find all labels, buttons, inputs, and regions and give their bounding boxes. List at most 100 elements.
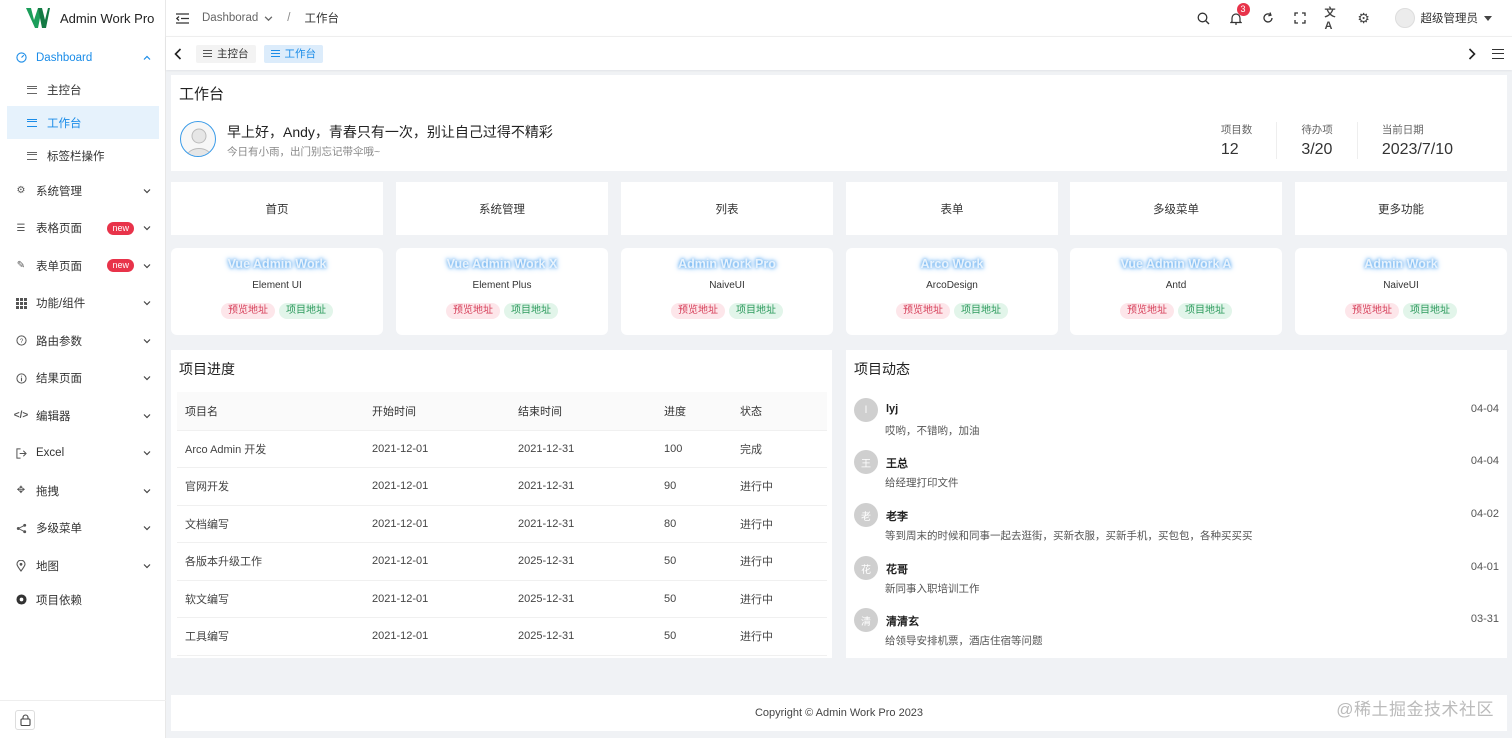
project-feed-card: 项目动态 l lyj 04-04 哎哟，不错哟，加油 王 王总 04-04 给经… (846, 350, 1507, 658)
sidebar-item-result[interactable]: 结果页面 (0, 360, 165, 398)
quick-link-home[interactable]: 首页 (171, 182, 383, 235)
sidebar-item-components[interactable]: 功能/组件 (0, 285, 165, 323)
feed-date: 04-02 (1470, 508, 1499, 520)
table-cell: 2021-12-01 (364, 617, 510, 656)
preview-link[interactable]: 预览地址 (1345, 303, 1399, 319)
chevron-right-icon[interactable] (1468, 48, 1476, 60)
stat-current-date: 当前日期 2023/7/10 (1356, 122, 1477, 159)
repo-link[interactable]: 项目地址 (279, 303, 333, 319)
gear-icon[interactable]: ⚙ (1357, 10, 1371, 26)
sidebar-item-excel[interactable]: Excel (0, 435, 165, 473)
sidebar-item-project-deps[interactable]: 项目依赖 (0, 585, 165, 615)
preview-link[interactable]: 预览地址 (221, 303, 275, 319)
chevron-left-icon[interactable] (174, 47, 182, 60)
sidebar-subitem-console[interactable]: 主控台 (0, 73, 165, 106)
caret-down-icon[interactable] (1484, 15, 1492, 21)
sidebar-item-table[interactable]: ☰ 表格页面 new (0, 210, 165, 248)
sidebar-item-system[interactable]: ⚙ 系统管理 (0, 172, 165, 210)
sidebar-item-route-params[interactable]: ? 路由参数 (0, 322, 165, 360)
stats-group: 项目数 12 待办项 3/20 当前日期 2023/7/10 (1197, 122, 1477, 159)
app-title: Admin Work Pro (60, 10, 155, 26)
sidebar-item-editor[interactable]: </> 编辑器 (0, 397, 165, 435)
sidebar-item-drag[interactable]: ✥ 拖拽 (0, 472, 165, 510)
collapse-menu-icon[interactable] (176, 12, 189, 24)
app-logo[interactable]: Admin Work Pro (0, 0, 165, 36)
sidebar-item-label: 路由参数 (36, 335, 82, 348)
breadcrumb-current: 工作台 (304, 13, 339, 25)
repo-link[interactable]: 项目地址 (1178, 303, 1232, 319)
stat-label: 待办项 (1301, 124, 1333, 136)
lock-screen-button[interactable] (15, 709, 35, 730)
greeting-text: 早上好，Andy，青春只有一次，别让自己过得不精彩 (227, 124, 553, 140)
table-cell: 80 (656, 505, 732, 543)
repo-link[interactable]: 项目地址 (954, 303, 1008, 319)
welcome-card: 工作台 早上好，Andy，青春只有一次，别让自己过得不精彩 今日有小雨，出门别忘… (171, 75, 1507, 171)
search-icon[interactable] (1197, 11, 1211, 25)
tab-console[interactable]: 主控台 (196, 44, 256, 63)
quick-link-multilevel[interactable]: 多级菜单 (1070, 182, 1282, 235)
user-name[interactable]: 超级管理员 (1421, 10, 1479, 26)
feed-date: 04-01 (1470, 561, 1499, 573)
bell-icon[interactable]: 3 (1229, 3, 1250, 25)
quick-link-system[interactable]: 系统管理 (396, 182, 608, 235)
table-cell: 2021-12-31 (510, 505, 656, 543)
sidebar-item-label: 表格页面 (36, 223, 82, 236)
quick-link-more[interactable]: 更多功能 (1295, 182, 1507, 235)
preview-link[interactable]: 预览地址 (446, 303, 500, 319)
new-badge: new (107, 259, 134, 273)
sidebar-item-form[interactable]: ✎ 表单页面 new (0, 247, 165, 285)
repo-link[interactable]: 项目地址 (729, 303, 783, 319)
chevron-down-icon (143, 451, 151, 456)
sidebar-subitem-tab-ops[interactable]: 标签栏操作 (0, 139, 165, 172)
sidebar-item-dashboard[interactable]: Dashboard (0, 42, 165, 73)
repo-link[interactable]: 项目地址 (504, 303, 558, 319)
list-item: l lyj 04-04 哎哟，不错哟，加油 (854, 398, 1499, 448)
table-cell: 50 (656, 542, 732, 581)
project-title: Admin Work Pro (678, 257, 776, 271)
quick-link-form[interactable]: 表单 (846, 182, 1058, 235)
refresh-icon[interactable] (1261, 11, 1275, 25)
table-cell: 2021-12-01 (364, 505, 510, 543)
sidebar-item-label: 多级菜单 (36, 523, 82, 536)
progress-table: 项目名 开始时间 结束时间 进度 状态 Arco Admin 开发 2021-12… (177, 392, 827, 656)
table-cell: 2021-12-01 (364, 580, 510, 618)
feed-name: 清清玄 (886, 616, 919, 628)
export-icon (15, 447, 27, 459)
avatar[interactable] (1394, 8, 1415, 28)
table-cell: 软文编写 (177, 580, 364, 618)
chevron-down-icon (143, 413, 151, 419)
feed-date: 04-04 (1470, 403, 1499, 415)
gear-icon: ⚙ (16, 185, 26, 197)
sidebar-item-multilevel[interactable]: 多级菜单 (0, 510, 165, 548)
stat-label: 当前日期 (1381, 124, 1424, 136)
table-cell: 进行中 (732, 580, 827, 618)
chevron-down-icon (143, 263, 151, 269)
breadcrumb-root[interactable]: Dashborad (202, 12, 258, 24)
preview-link[interactable]: 预览地址 (671, 303, 725, 319)
quick-link-list[interactable]: 列表 (621, 182, 833, 235)
sidebar-item-map[interactable]: 地图 (0, 547, 165, 585)
project-title: Vue Admin Work X (446, 257, 558, 271)
preview-link[interactable]: 预览地址 (896, 303, 950, 319)
tab-workplace[interactable]: 工作台 (263, 44, 323, 63)
feed-name: 王总 (886, 458, 908, 470)
project-progress-card: 项目进度 项目名 开始时间 结束时间 进度 状态 Arco Admin 开发 20… (171, 350, 832, 658)
translate-icon[interactable]: 文A (1325, 7, 1339, 32)
table-header: 进度 (656, 392, 732, 431)
fullscreen-icon[interactable] (1293, 11, 1307, 25)
menu-lines-icon (27, 151, 37, 160)
project-ui-lib: Element UI (252, 280, 302, 291)
list-item: 花 花哥 04-01 新同事入职培训工作 (854, 556, 1499, 606)
location-icon (15, 559, 27, 572)
sidebar-subitem-label: 标签栏操作 (47, 150, 105, 163)
tab-menu-icon[interactable] (1492, 49, 1504, 59)
chevron-down-icon[interactable] (264, 14, 273, 23)
breadcrumb: Dashborad / 工作台 (202, 10, 339, 26)
project-title: Vue Admin Work A (1120, 257, 1232, 271)
repo-link[interactable]: 项目地址 (1403, 303, 1457, 319)
sidebar-subitem-workplace[interactable]: 工作台 (7, 106, 159, 139)
preview-link[interactable]: 预览地址 (1120, 303, 1174, 319)
table-icon: ☰ (16, 222, 26, 234)
tab-label: 工作台 (284, 48, 317, 60)
breadcrumb-separator: / (287, 12, 291, 24)
